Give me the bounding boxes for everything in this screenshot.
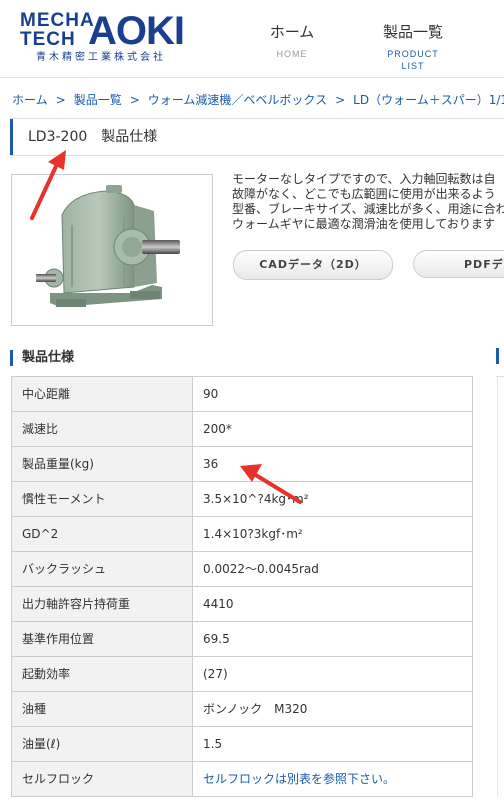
description-line: ウォームギヤに最適な潤滑油を使用しております: [232, 217, 495, 231]
spec-heading-text: 製品仕様: [22, 350, 75, 365]
spec-heading-accent-bar: [10, 350, 13, 366]
spec-value: 200*: [192, 411, 473, 447]
table-row: 減速比 200*: [11, 411, 473, 447]
table-row: 出力軸許容片持荷重 4410: [11, 586, 473, 622]
pdf-data-button[interactable]: PDFデ: [413, 250, 504, 278]
right-column-edge: [497, 376, 504, 796]
spec-key: 中心距離: [11, 376, 193, 412]
self-lock-reference-link[interactable]: セルフロックは別表を参照下さい。: [192, 761, 473, 797]
spec-value: ボンノック M320: [192, 691, 473, 727]
spec-table: 中心距離 90 減速比 200* 製品重量(kg) 36 慣性モーメント 3.5…: [11, 376, 473, 797]
page-title-box: LD3-200 製品仕様: [10, 118, 504, 156]
spec-key: バックラッシュ: [11, 551, 193, 587]
spec-key: 油種: [11, 691, 193, 727]
breadcrumb-home[interactable]: ホーム: [12, 93, 48, 107]
nav-home-label: ホーム: [269, 23, 315, 41]
logo-mecha-text: MECHA: [20, 10, 95, 31]
right-section-accent-bar: [496, 348, 499, 364]
page-title: LD3-200 製品仕様: [28, 129, 158, 145]
spec-section-heading: 製品仕様: [10, 348, 472, 368]
header-divider: [0, 77, 504, 78]
title-accent-bar: [10, 119, 13, 155]
table-row: 基準作用位置 69.5: [11, 621, 473, 657]
spec-key: 出力軸許容片持荷重: [11, 586, 193, 622]
logo-company-name: 青木精密工業株式会社: [36, 52, 166, 63]
site-header: MECHA TECH AOKI 青木精密工業株式会社 ホーム HOME 製品一覧…: [0, 0, 504, 78]
breadcrumb-category[interactable]: ウォーム減速機／ベベルボックス: [148, 93, 327, 107]
spec-value: (27): [192, 656, 473, 692]
nav-product-list[interactable]: 製品一覧 PRODUCT LIST: [378, 22, 448, 72]
nav-product-list-label: 製品一覧: [382, 23, 443, 41]
table-row: GD^2 1.4×10?3kgf･m²: [11, 516, 473, 552]
gear-reducer-illustration: [36, 185, 180, 307]
spec-value: 3.5×10^?4kg･m²: [192, 481, 473, 517]
spec-key: 基準作用位置: [11, 621, 193, 657]
spec-value: 0.0022〜0.0045rad: [192, 551, 473, 587]
nav-home[interactable]: ホーム HOME: [268, 22, 316, 60]
breadcrumb-separator-icon: >: [129, 93, 140, 107]
table-row: 製品重量(kg) 36: [11, 446, 473, 482]
table-row: 油種 ボンノック M320: [11, 691, 473, 727]
table-row: 油量(ℓ) 1.5: [11, 726, 473, 762]
company-logo[interactable]: MECHA TECH AOKI 青木精密工業株式会社: [14, 8, 194, 66]
table-row: 慣性モーメント 3.5×10^?4kg･m²: [11, 481, 473, 517]
spec-key: 油量(ℓ): [11, 726, 193, 762]
table-row: 起動効率 (27): [11, 656, 473, 692]
logo-brand-text: AOKI: [88, 9, 185, 53]
spec-key: セルフロック: [11, 761, 193, 797]
table-row: セルフロック セルフロックは別表を参照下さい。: [11, 761, 473, 797]
nav-product-list-sublabel: PRODUCT LIST: [387, 49, 439, 71]
product-image[interactable]: [11, 174, 213, 326]
spec-key: 製品重量(kg): [11, 446, 193, 482]
spec-value: 36: [192, 446, 473, 482]
description-line: モーターなしタイプですので、入力軸回転数は自: [232, 172, 496, 186]
cad-data-button[interactable]: CADデータ（2D）: [233, 250, 393, 280]
spec-key: 起動効率: [11, 656, 193, 692]
description-line: 型番、ブレーキサイズ、減速比が多く、用途に合わ: [232, 202, 504, 216]
nav-home-sublabel: HOME: [276, 49, 308, 59]
spec-value: 4410: [192, 586, 473, 622]
breadcrumb-separator-icon: >: [335, 93, 346, 107]
spec-value: 69.5: [192, 621, 473, 657]
breadcrumb-separator-icon: >: [55, 93, 66, 107]
spec-value: 1.5: [192, 726, 473, 762]
spec-key: 減速比: [11, 411, 193, 447]
spec-key: GD^2: [11, 516, 193, 552]
breadcrumb-product-list[interactable]: 製品一覧: [74, 93, 122, 107]
table-row: 中心距離 90: [11, 376, 473, 412]
table-row: バックラッシュ 0.0022〜0.0045rad: [11, 551, 473, 587]
spec-value: 90: [192, 376, 473, 412]
spec-value: 1.4×10?3kgf･m²: [192, 516, 473, 552]
product-description: モーターなしタイプですので、入力軸回転数は自 故障がなく、どこでも広範囲に使用が…: [232, 172, 504, 232]
logo-tech-text: TECH: [20, 29, 76, 50]
breadcrumb-series[interactable]: LD（ウォーム＋スパー）1/1: [353, 93, 504, 107]
breadcrumb: ホーム > 製品一覧 > ウォーム減速機／ベベルボックス > LD（ウォーム＋スパー）1/1: [12, 92, 504, 108]
spec-key: 慣性モーメント: [11, 481, 193, 517]
description-line: 故障がなく、どこでも広範囲に使用が出来るよう: [232, 187, 496, 201]
